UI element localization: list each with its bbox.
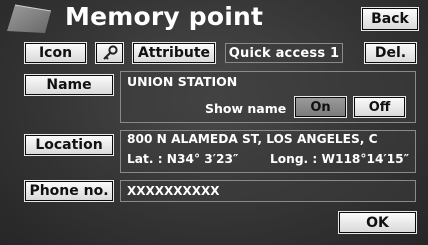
icon-button[interactable]: Icon — [24, 42, 87, 64]
memory-point-screen: Memory point Back Icon Attribute Quick a… — [0, 0, 428, 245]
show-name-on-button[interactable]: On — [294, 96, 347, 118]
location-button[interactable]: Location — [24, 134, 114, 156]
page-title: Memory point — [65, 2, 264, 31]
key-icon — [102, 45, 118, 60]
location-panel: 800 N ALAMEDA ST, LOS ANGELES, C Lat. : … — [120, 130, 416, 173]
location-address: 800 N ALAMEDA ST, LOS ANGELES, C — [127, 132, 378, 146]
show-name-label: Show name — [205, 101, 287, 116]
quick-access-display: Quick access 1 — [225, 43, 343, 63]
delete-button[interactable]: Del. — [364, 42, 417, 64]
location-longitude: Long. : W118°14′15″ — [270, 152, 410, 166]
flag-icon — [7, 4, 52, 33]
attribute-icon-button[interactable] — [95, 42, 124, 64]
name-button[interactable]: Name — [24, 74, 114, 96]
attribute-button[interactable]: Attribute — [132, 42, 216, 64]
name-value: UNION STATION — [127, 74, 238, 89]
show-name-off-button[interactable]: Off — [353, 96, 406, 118]
phone-number-value: XXXXXXXXXX — [127, 184, 220, 198]
ok-button[interactable]: OK — [338, 211, 417, 234]
back-button[interactable]: Back — [361, 7, 419, 31]
location-latitude: Lat. : N34° 3′23″ — [127, 152, 239, 166]
phone-number-button[interactable]: Phone no. — [24, 180, 114, 202]
phone-number-field: XXXXXXXXXX — [120, 180, 416, 202]
